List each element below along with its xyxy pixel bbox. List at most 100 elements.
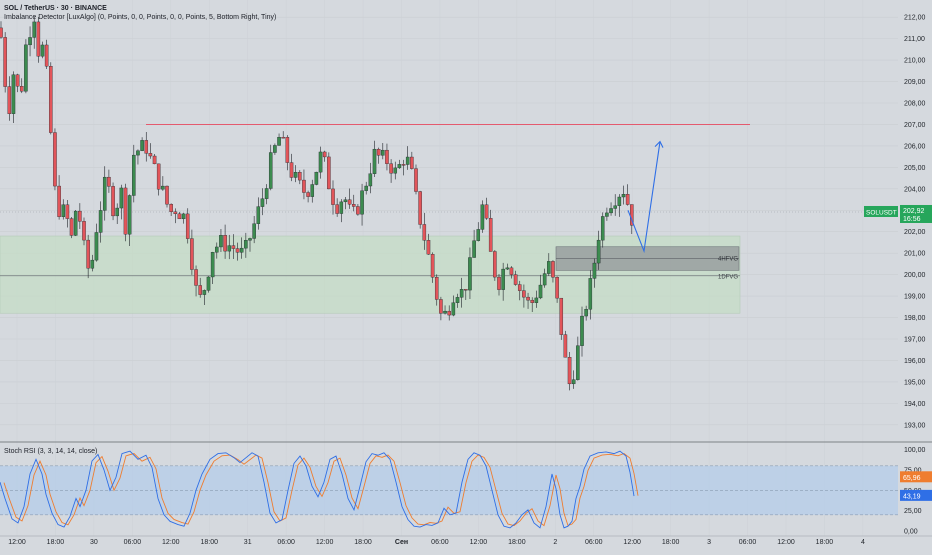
price-tick-label: 199,00 xyxy=(904,294,926,301)
candle xyxy=(61,199,66,220)
countdown-label: 16:56 xyxy=(903,216,921,223)
candle-body xyxy=(588,278,593,310)
candle-body xyxy=(293,172,298,178)
candle-body xyxy=(625,194,630,205)
candle xyxy=(7,76,12,121)
stoch-rsi-legend[interactable]: Stoch RSI (3, 3, 14, 14, close) xyxy=(4,447,97,456)
candle xyxy=(571,370,576,389)
candle-body xyxy=(73,210,78,236)
candle xyxy=(136,149,140,165)
candle-body xyxy=(468,257,472,291)
price-tick-label: 200,00 xyxy=(904,272,926,279)
price-tick-label: 196,00 xyxy=(904,358,926,365)
candle-body xyxy=(181,213,186,220)
price-tick-label: 193,00 xyxy=(904,422,926,429)
time-tick-label: 12:00 xyxy=(162,539,180,546)
candle-body xyxy=(252,223,256,239)
candle-body xyxy=(115,207,119,217)
indicator-legend[interactable]: Imbalance Detector [LuxAlgo] (0, Points,… xyxy=(4,13,276,22)
candle-body xyxy=(206,276,211,291)
candle-body xyxy=(19,86,24,92)
candle-body xyxy=(517,284,522,291)
candle-body xyxy=(464,289,468,291)
price-tick-label: 211,00 xyxy=(904,36,925,43)
time-tick-label: 12:00 xyxy=(8,539,26,546)
candle-body xyxy=(488,218,493,252)
candle-body xyxy=(156,163,161,190)
candle xyxy=(401,159,406,176)
candle-body xyxy=(547,261,551,274)
candle-body xyxy=(472,240,476,258)
candle xyxy=(185,208,190,244)
time-tick-label: 12:00 xyxy=(777,539,795,546)
price-tick-label: 195,00 xyxy=(904,379,926,386)
candle-body xyxy=(98,210,103,233)
candle-body xyxy=(609,208,613,214)
time-tick-label: 18:00 xyxy=(200,539,218,546)
stoch-axis: 100,0075,0025,000,0065,9650,0043,19 xyxy=(900,447,932,536)
last-price-label: 202,92 xyxy=(903,208,925,215)
candle-body xyxy=(111,186,115,217)
candle xyxy=(107,169,111,193)
candle-body xyxy=(592,262,597,279)
candle-body xyxy=(476,229,481,241)
candle-body xyxy=(447,310,451,316)
candle-body xyxy=(227,245,232,252)
candle xyxy=(621,185,626,205)
candle-body xyxy=(65,204,70,219)
time-tick-label: 2 xyxy=(553,539,557,546)
candle xyxy=(132,144,136,203)
candle xyxy=(414,164,418,195)
candle-body xyxy=(194,269,198,286)
stoch-k-value: 43,19 xyxy=(903,493,921,500)
candle xyxy=(327,152,331,190)
candle xyxy=(94,223,99,262)
time-tick-label: 18:00 xyxy=(508,539,526,546)
price-tick-label: 210,00 xyxy=(904,58,926,65)
candle-body xyxy=(434,277,439,300)
candle-body xyxy=(152,155,157,165)
candle-body xyxy=(613,205,617,209)
candle-body xyxy=(107,176,111,187)
candle-body xyxy=(405,156,410,165)
hfvg-label: 4HFVG xyxy=(718,257,738,263)
candle-body xyxy=(289,162,294,178)
candle xyxy=(19,78,24,94)
candle-body xyxy=(11,74,16,114)
candle xyxy=(140,137,144,152)
candle xyxy=(15,73,20,93)
candle xyxy=(181,212,186,224)
candle xyxy=(322,150,327,162)
chart-svg[interactable]: 1DFVG 4HFVG 212,00 211,00 210,00 209,00 208,00… xyxy=(0,0,932,550)
time-tick-label: 06:00 xyxy=(277,539,295,546)
candle xyxy=(567,351,572,391)
time-tick-label: 30 xyxy=(90,539,98,546)
candle xyxy=(177,211,182,220)
candle xyxy=(397,159,402,169)
candle xyxy=(73,210,78,236)
price-tick-label: 198,00 xyxy=(904,315,926,322)
projection-arrow xyxy=(627,140,664,254)
time-tick-label: 18:00 xyxy=(354,539,372,546)
candle xyxy=(347,188,352,209)
candle xyxy=(331,180,335,215)
candle-body xyxy=(132,154,136,196)
candle xyxy=(260,188,265,216)
candle-body xyxy=(542,273,547,286)
time-tick-label: 18:00 xyxy=(47,539,65,546)
stoch-tick-label: 25,00 xyxy=(904,508,922,515)
candle-body xyxy=(343,199,348,203)
candle-body xyxy=(7,86,12,114)
candle xyxy=(318,146,323,179)
price-tick-label: 212,00 xyxy=(904,15,926,22)
candle-body xyxy=(351,204,356,207)
candle-body xyxy=(605,212,609,217)
chart-root[interactable]: 1DFVG 4HFVG 212,00 211,00 210,00 209,00 208,00… xyxy=(0,0,932,550)
candle-body xyxy=(389,163,393,174)
candle xyxy=(256,197,261,230)
candle-body xyxy=(202,290,207,295)
symbol-title[interactable]: SOL / TetherUS · 30 · BINANCE xyxy=(4,4,107,13)
time-tick-label: 06:00 xyxy=(431,539,449,546)
candle-body xyxy=(40,44,45,57)
candle xyxy=(3,32,7,93)
